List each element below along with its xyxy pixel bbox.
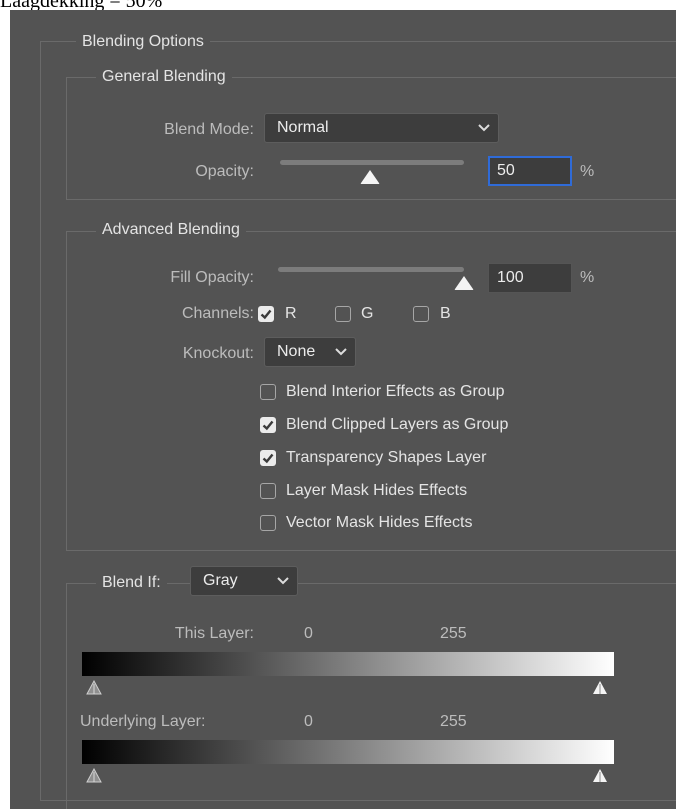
fill-opacity-slider-thumb[interactable] xyxy=(453,275,475,291)
chevron-down-icon xyxy=(478,114,490,142)
knockout-dropdown[interactable]: None xyxy=(264,337,356,367)
knockout-label: Knockout: xyxy=(182,345,254,362)
opacity-unit: % xyxy=(580,163,595,180)
blend-mode-label: Blend Mode: xyxy=(164,121,254,138)
fill-opacity-unit: % xyxy=(580,269,595,286)
page-caption: Laagdekking = 50% xyxy=(0,0,676,10)
blend-clipped-layers-label: Blend Clipped Layers as Group xyxy=(286,416,509,433)
this-layer-gradient-bar xyxy=(82,652,614,676)
blend-if-value: Gray xyxy=(203,572,238,589)
blend-if-label: Blend If: xyxy=(96,573,167,593)
layer-mask-hides-effects-checkbox[interactable] xyxy=(260,483,276,499)
this-layer-high-value: 255 xyxy=(440,625,467,642)
general-blending-title: General Blending xyxy=(96,67,232,87)
channel-b-label: B xyxy=(440,305,451,322)
underlying-layer-high-value: 255 xyxy=(440,713,467,730)
blend-interior-effects-checkbox[interactable] xyxy=(260,384,276,400)
opacity-slider-track[interactable] xyxy=(280,160,464,165)
opacity-input[interactable]: 50 xyxy=(488,156,572,186)
opacity-label: Opacity: xyxy=(195,163,254,180)
blend-mode-value: Normal xyxy=(277,119,329,136)
knockout-value: None xyxy=(277,343,316,360)
fill-opacity-input[interactable]: 100 xyxy=(488,263,572,293)
this-layer-black-slider[interactable] xyxy=(86,679,102,696)
underlying-layer-black-slider[interactable] xyxy=(86,767,102,784)
blend-if-group xyxy=(66,583,676,809)
underlying-layer-label: Underlying Layer: xyxy=(80,713,206,730)
layer-mask-hides-effects-label: Layer Mask Hides Effects xyxy=(286,482,468,499)
underlying-layer-low-value: 0 xyxy=(304,713,313,730)
advanced-blending-title: Advanced Blending xyxy=(96,220,246,240)
vector-mask-hides-effects-checkbox[interactable] xyxy=(260,515,276,531)
transparency-shapes-label: Transparency Shapes Layer xyxy=(286,449,487,466)
vector-mask-hides-effects-label: Vector Mask Hides Effects xyxy=(286,514,473,531)
blending-options-panel: Blending Options General Blending Blend … xyxy=(10,10,676,809)
channels-label: Channels: xyxy=(181,305,254,322)
channel-g-label: G xyxy=(361,305,374,322)
channel-r-checkbox[interactable] xyxy=(258,306,274,322)
this-layer-white-slider[interactable] xyxy=(592,680,608,696)
blend-interior-effects-label: Blend Interior Effects as Group xyxy=(286,383,505,400)
fill-opacity-label: Fill Opacity: xyxy=(170,269,254,286)
fill-opacity-slider-track[interactable] xyxy=(278,267,464,272)
channel-r-label: R xyxy=(285,305,297,322)
blend-mode-dropdown[interactable]: Normal xyxy=(264,113,499,143)
opacity-slider-thumb[interactable] xyxy=(359,169,381,185)
this-layer-low-value: 0 xyxy=(304,625,313,642)
blend-if-dropdown[interactable]: Gray xyxy=(190,566,298,596)
chevron-down-icon xyxy=(335,338,347,366)
underlying-layer-white-slider[interactable] xyxy=(592,768,608,784)
blend-clipped-layers-checkbox[interactable] xyxy=(260,417,276,433)
underlying-layer-gradient-bar xyxy=(82,740,614,764)
transparency-shapes-checkbox[interactable] xyxy=(260,450,276,466)
this-layer-label: This Layer: xyxy=(174,625,254,642)
blending-options-title: Blending Options xyxy=(76,32,210,52)
channel-g-checkbox[interactable] xyxy=(335,306,351,322)
channel-b-checkbox[interactable] xyxy=(413,306,429,322)
chevron-down-icon xyxy=(277,567,289,595)
